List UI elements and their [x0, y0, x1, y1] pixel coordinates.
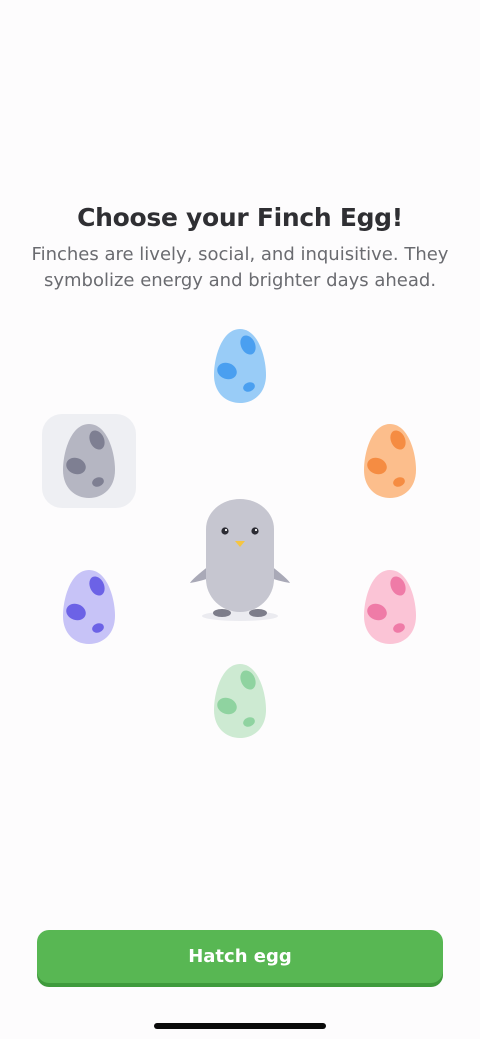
pink-egg-icon: [364, 570, 416, 644]
page-title: Choose your Finch Egg!: [77, 203, 403, 232]
egg-option-gray[interactable]: [42, 414, 136, 508]
green-egg-icon: [214, 664, 266, 738]
egg-option-orange[interactable]: [343, 414, 437, 508]
egg-option-pink[interactable]: [343, 560, 437, 654]
purple-egg-icon: [63, 570, 115, 644]
page-subtitle: Finches are lively, social, and inquisit…: [31, 244, 449, 291]
orange-egg-icon: [364, 424, 416, 498]
egg-option-green[interactable]: [193, 654, 287, 748]
finch-chick: [186, 495, 294, 625]
home-indicator: [154, 1023, 326, 1029]
egg-option-purple[interactable]: [42, 560, 136, 654]
finch-chick-icon: [190, 499, 290, 621]
hatch-egg-button[interactable]: Hatch egg: [37, 930, 443, 983]
blue-egg-icon: [214, 329, 266, 403]
gray-egg-icon: [63, 424, 115, 498]
egg-option-blue[interactable]: [193, 319, 287, 413]
